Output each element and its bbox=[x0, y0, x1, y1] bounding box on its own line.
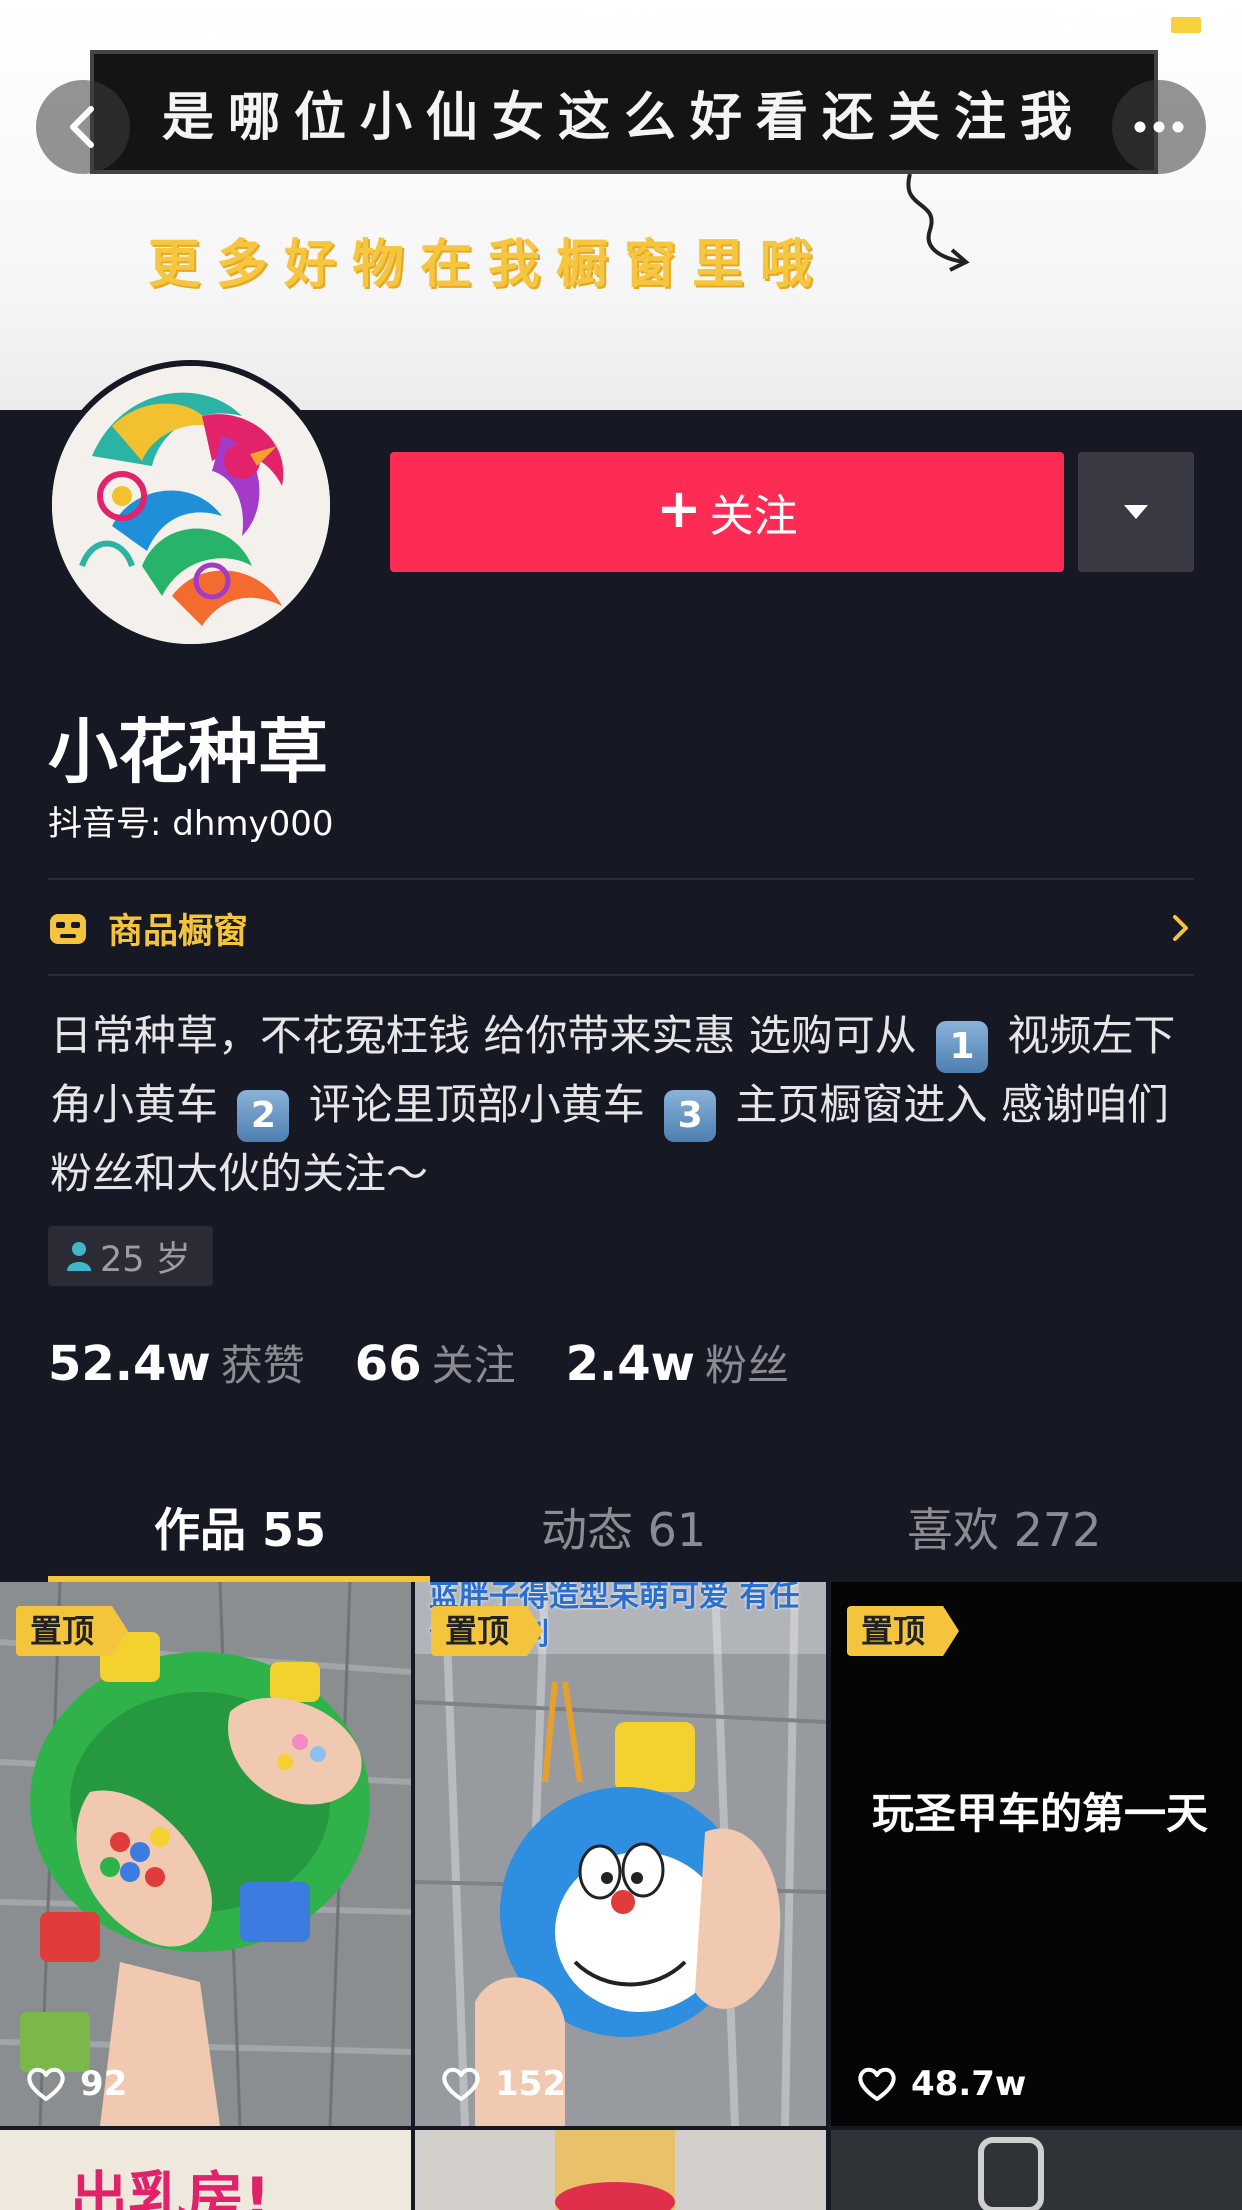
back-button[interactable] bbox=[36, 80, 130, 174]
rotation-lock-icon bbox=[1053, 11, 1081, 39]
divider bbox=[48, 974, 1194, 976]
like-count-text: 152 bbox=[495, 2064, 566, 2104]
chevron-left-icon bbox=[70, 106, 94, 148]
follow-button-label: 关注 bbox=[709, 491, 798, 542]
video-thumbnail-image bbox=[831, 2130, 1242, 2210]
video-caption: 出乳房! bbox=[70, 2165, 271, 2210]
profile-tabs: 作品 55 动态 61 喜欢 272 bbox=[0, 1470, 1242, 1580]
chevron-right-icon bbox=[1173, 915, 1188, 941]
more-options-button[interactable] bbox=[1112, 80, 1206, 174]
battery-icon bbox=[1166, 12, 1227, 38]
bio-text: 评论里顶部小黄车 bbox=[308, 1080, 645, 1129]
number-three-badge: 3 bbox=[664, 1090, 717, 1142]
tab-moments[interactable]: 动态 61 bbox=[541, 1494, 706, 1560]
arrow-doodle-icon bbox=[906, 173, 970, 272]
shop-window-label: 商品橱窗 bbox=[108, 911, 249, 952]
caret-down-icon bbox=[1124, 505, 1148, 519]
video-caption: 玩圣甲车的第一天 bbox=[871, 1789, 1208, 1838]
video-like-count: 152 bbox=[441, 2064, 566, 2104]
profile-stats: 52.4w 获赞 66 关注 2.4w 粉丝 bbox=[48, 1332, 839, 1393]
video-thumbnail[interactable] bbox=[831, 2130, 1242, 2210]
video-thumbnail-image bbox=[415, 2130, 826, 2210]
shop-window-row[interactable]: 商品橱窗 bbox=[48, 880, 1194, 976]
follow-button[interactable]: + 关注 bbox=[390, 452, 1064, 572]
like-count-text: 48.7w bbox=[911, 2064, 1027, 2104]
stat-label: 获赞 bbox=[220, 1341, 305, 1390]
number-two-badge: 2 bbox=[237, 1090, 290, 1142]
stat-followers[interactable]: 2.4w 粉丝 bbox=[566, 1332, 789, 1393]
stat-value: 52.4w bbox=[48, 1336, 211, 1392]
video-thumbnail[interactable]: 出乳房! bbox=[0, 2130, 411, 2210]
shop-window-icon bbox=[50, 914, 86, 944]
profile-bio: 日常种草，不花冤枉钱 给你带来实惠 选购可从 1 视频左下角小黄车 2 评论里顶… bbox=[50, 1004, 1200, 1206]
pinned-badge: 置顶 bbox=[847, 1606, 959, 1656]
banner-headline-board: 是哪位小仙女这么好看还关注我 bbox=[90, 50, 1158, 174]
profile-banner: 是哪位小仙女这么好看还关注我 更多好物在我橱窗里哦 bbox=[0, 0, 1242, 410]
video-thumbnail[interactable]: 置顶 92 bbox=[0, 1582, 411, 2126]
video-thumbnail[interactable]: 蓝胖子得造型呆萌可爱 有任何的毛刺 置顶 152 bbox=[415, 1582, 826, 2126]
toy-game-thumbnail-image bbox=[0, 1582, 411, 2126]
banner-subline: 更多好物在我橱窗里哦 bbox=[148, 235, 829, 295]
avatar-phoenix-image bbox=[52, 366, 330, 644]
recommend-dropdown-button[interactable] bbox=[1078, 452, 1194, 572]
video-thumbnail[interactable]: 置顶 玩圣甲车的第一天 48.7w bbox=[831, 1582, 1242, 2126]
like-count-text: 92 bbox=[80, 2064, 128, 2104]
profile-nickname: 小花种草 bbox=[48, 711, 328, 793]
doraemon-toy-thumbnail-image bbox=[415, 1582, 826, 2126]
status-bar: 中国移动 20:43 57% bbox=[0, 0, 1242, 56]
status-right-group: 57% bbox=[1052, 8, 1227, 42]
video-thumbnail[interactable] bbox=[415, 2130, 826, 2210]
bio-text: 日常种草，不花冤枉钱 给你带来实惠 选购可从 bbox=[50, 1011, 917, 1060]
pinned-badge: 置顶 bbox=[431, 1606, 543, 1656]
age-tag: 25 岁 bbox=[48, 1226, 213, 1286]
battery-percent: 57% bbox=[1093, 8, 1154, 41]
video-like-count: 92 bbox=[26, 2064, 127, 2104]
heart-outline-icon bbox=[858, 2067, 896, 2101]
tab-works[interactable]: 作品 55 bbox=[154, 1494, 326, 1560]
pinned-badge: 置顶 bbox=[16, 1606, 128, 1656]
banner-headline: 是哪位小仙女这么好看还关注我 bbox=[161, 87, 1086, 148]
more-dots-icon bbox=[1134, 121, 1184, 133]
stat-value: 66 bbox=[354, 1336, 422, 1392]
stat-likes[interactable]: 52.4w 获赞 bbox=[48, 1332, 305, 1393]
heart-outline-icon bbox=[27, 2067, 65, 2101]
stat-label: 粉丝 bbox=[704, 1341, 789, 1390]
tab-likes[interactable]: 喜欢 272 bbox=[907, 1494, 1101, 1560]
stat-label: 关注 bbox=[431, 1341, 516, 1390]
person-icon bbox=[67, 1242, 91, 1271]
stat-value: 2.4w bbox=[565, 1336, 695, 1392]
age-text: 25 岁 bbox=[100, 1239, 191, 1280]
video-like-count: 48.7w bbox=[857, 2064, 1026, 2104]
stat-following[interactable]: 66 关注 bbox=[355, 1332, 516, 1393]
plus-icon: + bbox=[656, 477, 702, 540]
avatar[interactable] bbox=[46, 360, 336, 650]
number-one-badge: 1 bbox=[936, 1021, 989, 1073]
heart-outline-icon bbox=[442, 2067, 480, 2101]
douyin-id: 抖音号: dhmy000 bbox=[48, 804, 334, 844]
